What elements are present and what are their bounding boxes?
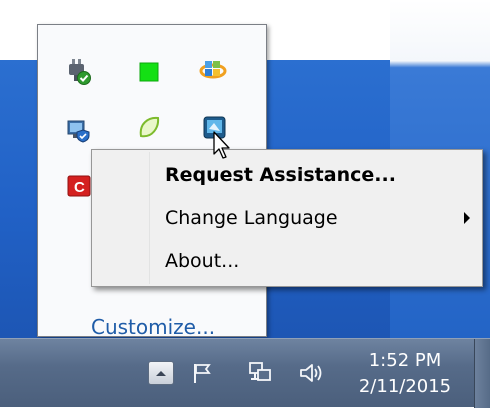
context-menu: Request Assistance... Change Language Ab…	[91, 149, 483, 287]
windows-live-messenger-icon[interactable]	[198, 55, 228, 85]
submenu-arrow-icon	[464, 212, 470, 224]
menu-item-label: Change Language	[165, 207, 338, 229]
menu-item-label: About...	[165, 250, 240, 272]
menu-item-request-assistance[interactable]: Request Assistance...	[94, 157, 480, 193]
taskbar-clock[interactable]: 1:52 PM 2/11/2015	[346, 348, 464, 400]
menu-item-change-language[interactable]: Change Language	[94, 200, 480, 236]
clock-date: 2/11/2015	[358, 376, 452, 397]
menu-item-about[interactable]: About...	[94, 243, 480, 279]
network-shield-icon[interactable]	[64, 115, 94, 145]
mouse-cursor-icon	[212, 130, 234, 166]
leaf-icon[interactable]	[134, 113, 164, 143]
taskbar: 1:52 PM 2/11/2015	[0, 338, 490, 408]
show-hidden-icons-button[interactable]	[148, 361, 174, 385]
clock-time: 1:52 PM	[368, 350, 442, 371]
menu-item-label: Request Assistance...	[165, 164, 396, 186]
action-center-flag-icon[interactable]	[188, 359, 216, 387]
volume-icon[interactable]	[298, 359, 326, 387]
safely-remove-hardware-icon[interactable]	[64, 57, 94, 87]
show-desktop-button[interactable]	[474, 339, 490, 408]
svg-text:C: C	[74, 179, 85, 196]
chevron-up-icon	[156, 371, 166, 376]
network-icon[interactable]	[246, 359, 274, 387]
customize-link[interactable]: Customize...	[91, 315, 215, 339]
red-c-app-icon[interactable]: C	[64, 171, 94, 201]
green-square-icon[interactable]	[134, 57, 164, 87]
